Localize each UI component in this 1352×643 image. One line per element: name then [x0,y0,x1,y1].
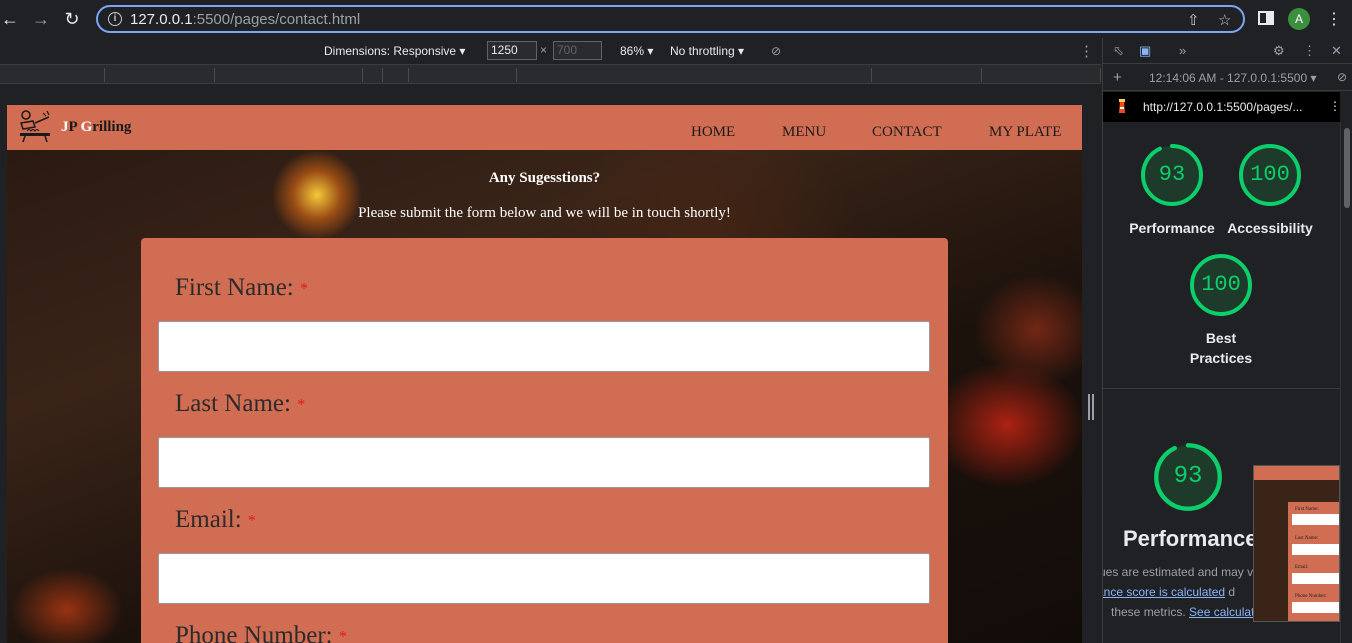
clear-icon[interactable]: ⊘ [1337,70,1347,84]
performance-big-gauge[interactable]: 93 [1153,442,1223,512]
rotate-icon[interactable]: ⊘ [771,44,781,58]
score-label-best-practices: Best Practices [1189,330,1253,366]
score-value: 100 [1201,272,1241,297]
more-tabs-icon[interactable]: » [1179,43,1186,58]
metrics-note: ues are estimated and may va [1103,565,1260,579]
throttling-dropdown[interactable]: No throttling ▾ [670,44,744,58]
lighthouse-session-bar: + 12:14:06 AM - 127.0.0.1:5500 ▾ ⊘ [1103,65,1352,91]
forward-arrow-icon[interactable]: → [31,9,51,29]
email-input[interactable] [158,553,930,604]
required-asterisk: * [338,628,347,643]
site-info-icon[interactable]: i [108,12,122,26]
score-value: 93 [1158,162,1186,187]
report-url[interactable]: http://127.0.0.1:5500/pages/... [1143,100,1302,114]
score-value: 100 [1250,162,1290,187]
back-arrow-icon[interactable]: ← [0,9,20,29]
zoom-dropdown[interactable]: 86% ▾ [620,44,653,58]
url-text[interactable]: 127.0.0.1:5500/pages/contact.html [130,11,360,28]
hero-subtitle: Please submit the form below and we will… [358,205,731,221]
last-name-label: Last Name: * [175,390,306,417]
last-name-input[interactable] [158,437,930,488]
new-report-plus-icon[interactable]: + [1113,69,1122,86]
score-gauge-accessibility[interactable]: 100 [1238,143,1302,207]
site-header: JP Grilling HOME MENU CONTACT MY PLATE [7,105,1082,150]
browser-menu-icon[interactable]: ⋮ [1326,9,1342,29]
contact-form: First Name: * Last Name: * Email: * Phon… [141,238,948,643]
required-asterisk: * [300,280,308,298]
phone-label: Phone Number: * [175,622,347,643]
metrics-note-line3: these metrics. See calculato [1111,605,1262,619]
score-label-performance: Performance [1129,220,1215,236]
hero-background: Any Sugesstions? Please submit the form … [7,150,1082,643]
browser-toolbar: ← → ↻ i 127.0.0.1:5500/pages/contact.htm… [0,0,1352,38]
report-selector[interactable]: 12:14:06 AM - 127.0.0.1:5500 ▾ [1149,71,1316,85]
nav-contact[interactable]: CONTACT [872,124,942,141]
performance-title: Performance [1123,526,1258,551]
calculator-link[interactable]: See calculato [1189,605,1261,619]
inspect-element-icon[interactable]: ⬁ [1113,43,1124,59]
device-toolbar: Dimensions: Responsive ▾ 1250 × 700 86% … [0,38,1101,64]
share-icon[interactable]: ⇧ [1187,11,1200,29]
nav-home[interactable]: HOME [691,124,735,141]
devtools-tabbar: ⬁ ▣ » ⚙ ⋮ ✕ [1103,38,1352,64]
resize-handle[interactable] [1086,394,1096,420]
rendered-page: JP Grilling HOME MENU CONTACT MY PLATE A… [7,105,1082,643]
width-input[interactable]: 1250 [487,41,537,60]
bookmark-star-icon[interactable]: ☆ [1218,11,1231,29]
lighthouse-scrollbar[interactable] [1340,122,1352,643]
side-panel-icon[interactable] [1258,10,1274,31]
devtools-panel: ⬁ ▣ » ⚙ ⋮ ✕ + 12:14:06 AM - 127.0.0.1:55… [1102,38,1352,643]
hero-title: Any Sugesstions? [488,170,601,186]
lighthouse-report: 93 Performance 100 Accessibility 100 Bes… [1103,122,1340,643]
first-name-label: First Name: * [175,274,308,301]
grill-chef-logo-icon[interactable] [17,109,53,143]
score-value: 93 [1173,463,1203,490]
final-screenshot-thumbnail[interactable]: First Name: Last Name: Email: Phone Numb… [1253,465,1340,622]
settings-gear-icon[interactable]: ⚙ [1273,43,1285,59]
report-menu-icon[interactable]: ⋮ [1329,99,1341,113]
device-more-icon[interactable]: ⋮ [1079,42,1094,60]
score-label-accessibility: Accessibility [1227,220,1313,236]
address-bar[interactable]: i 127.0.0.1:5500/pages/contact.html ⇧ ☆ [96,5,1245,33]
lighthouse-icon [1116,99,1128,115]
score-gauge-best-practices[interactable]: 100 [1189,253,1253,317]
report-url-bar: http://127.0.0.1:5500/pages/... ⋮ [1103,92,1341,122]
nav-menu[interactable]: MENU [782,124,826,141]
times-sign: × [540,43,548,57]
devtools-menu-icon[interactable]: ⋮ [1303,43,1316,59]
score-gauge-performance[interactable]: 93 [1140,143,1204,207]
media-query-bar[interactable] [0,64,1101,84]
dimensions-dropdown[interactable]: Dimensions: Responsive ▾ [324,44,465,58]
divider [1103,388,1340,389]
profile-avatar[interactable]: A [1288,8,1310,30]
site-logo-text[interactable]: JP Grilling [61,119,131,136]
email-label: Email: * [175,506,256,533]
device-toggle-icon[interactable]: ▣ [1139,43,1151,59]
required-asterisk: * [247,512,256,530]
close-icon[interactable]: ✕ [1331,43,1342,59]
reload-icon[interactable]: ↻ [62,9,82,29]
nav-my-plate[interactable]: MY PLATE [989,124,1061,141]
first-name-input[interactable] [158,321,930,372]
required-asterisk: * [297,396,306,414]
metrics-note-line2: mance score is calculated d [1103,585,1235,599]
height-input[interactable]: 700 [553,41,602,60]
score-calc-link[interactable]: mance score is calculated [1103,585,1225,599]
